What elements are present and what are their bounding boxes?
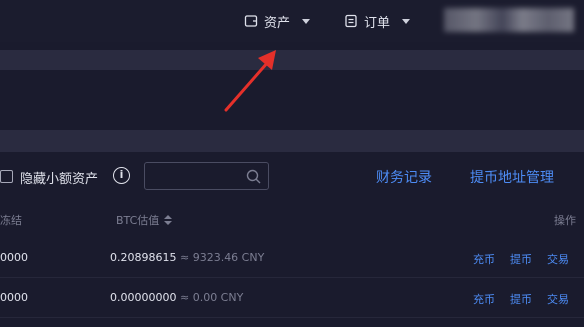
nav-assets-label: 资产 (264, 15, 291, 31)
search-icon[interactable] (246, 169, 261, 184)
sort-icon[interactable] (164, 215, 173, 225)
asset-search-box[interactable] (144, 162, 269, 190)
asset-table-header: 冻结 BTC估值 操作 (0, 207, 584, 231)
finance-records-link[interactable]: 财务记录 (376, 167, 432, 187)
hide-small-assets-checkbox[interactable] (0, 170, 13, 183)
trade-link[interactable]: 交易 (547, 251, 569, 267)
column-btc-value[interactable]: BTC估值 (116, 212, 173, 228)
asset-search-input[interactable] (145, 163, 245, 189)
column-btc-value-label: BTC估值 (116, 214, 160, 227)
chevron-down-icon (302, 18, 311, 24)
info-icon[interactable]: i (113, 167, 130, 184)
asset-filter-row: 隐藏小额资产 i 财务记录 提币地址管理 (0, 162, 584, 190)
btc-amount: 0.00000000 (110, 291, 177, 304)
deposit-link[interactable]: 充币 (473, 291, 495, 307)
chevron-down-icon (402, 18, 411, 24)
header-band (0, 50, 584, 70)
btc-amount: 0.20898615 (110, 251, 177, 264)
column-frozen: 冻结 (0, 214, 22, 227)
wallet-icon (244, 15, 258, 27)
btc-valuation: 0.00000000 ≈ 0.00 CNY (110, 291, 243, 304)
frozen-amount: 0000 (0, 251, 28, 264)
withdraw-link[interactable]: 提币 (510, 251, 532, 267)
nav-assets-menu[interactable]: 资产 (244, 10, 311, 32)
section-band (0, 130, 584, 152)
hide-small-assets-label[interactable]: 隐藏小额资产 (20, 168, 98, 187)
document-icon (345, 14, 357, 28)
nav-orders-menu[interactable]: 订单 (344, 10, 411, 32)
top-navigation-bar: 资产 订单 (0, 0, 584, 42)
cny-valuation: ≈ 9323.46 CNY (179, 251, 265, 264)
blurred-user-account[interactable] (444, 8, 574, 32)
deposit-link[interactable]: 充币 (473, 251, 495, 267)
frozen-amount: 0000 (0, 291, 28, 304)
withdraw-link[interactable]: 提币 (510, 291, 532, 307)
nav-orders-label: 订单 (364, 15, 391, 31)
table-row: 0000 0.20898615 ≈ 9323.46 CNY 充币 提币 交易 (0, 238, 584, 278)
trade-link[interactable]: 交易 (547, 291, 569, 307)
column-actions: 操作 (554, 214, 576, 227)
cny-valuation: ≈ 0.00 CNY (179, 291, 244, 304)
withdraw-address-management-link[interactable]: 提币地址管理 (470, 167, 554, 187)
btc-valuation: 0.20898615 ≈ 9323.46 CNY (110, 251, 264, 264)
table-row: 0000 0.00000000 ≈ 0.00 CNY 充币 提币 交易 (0, 278, 584, 318)
